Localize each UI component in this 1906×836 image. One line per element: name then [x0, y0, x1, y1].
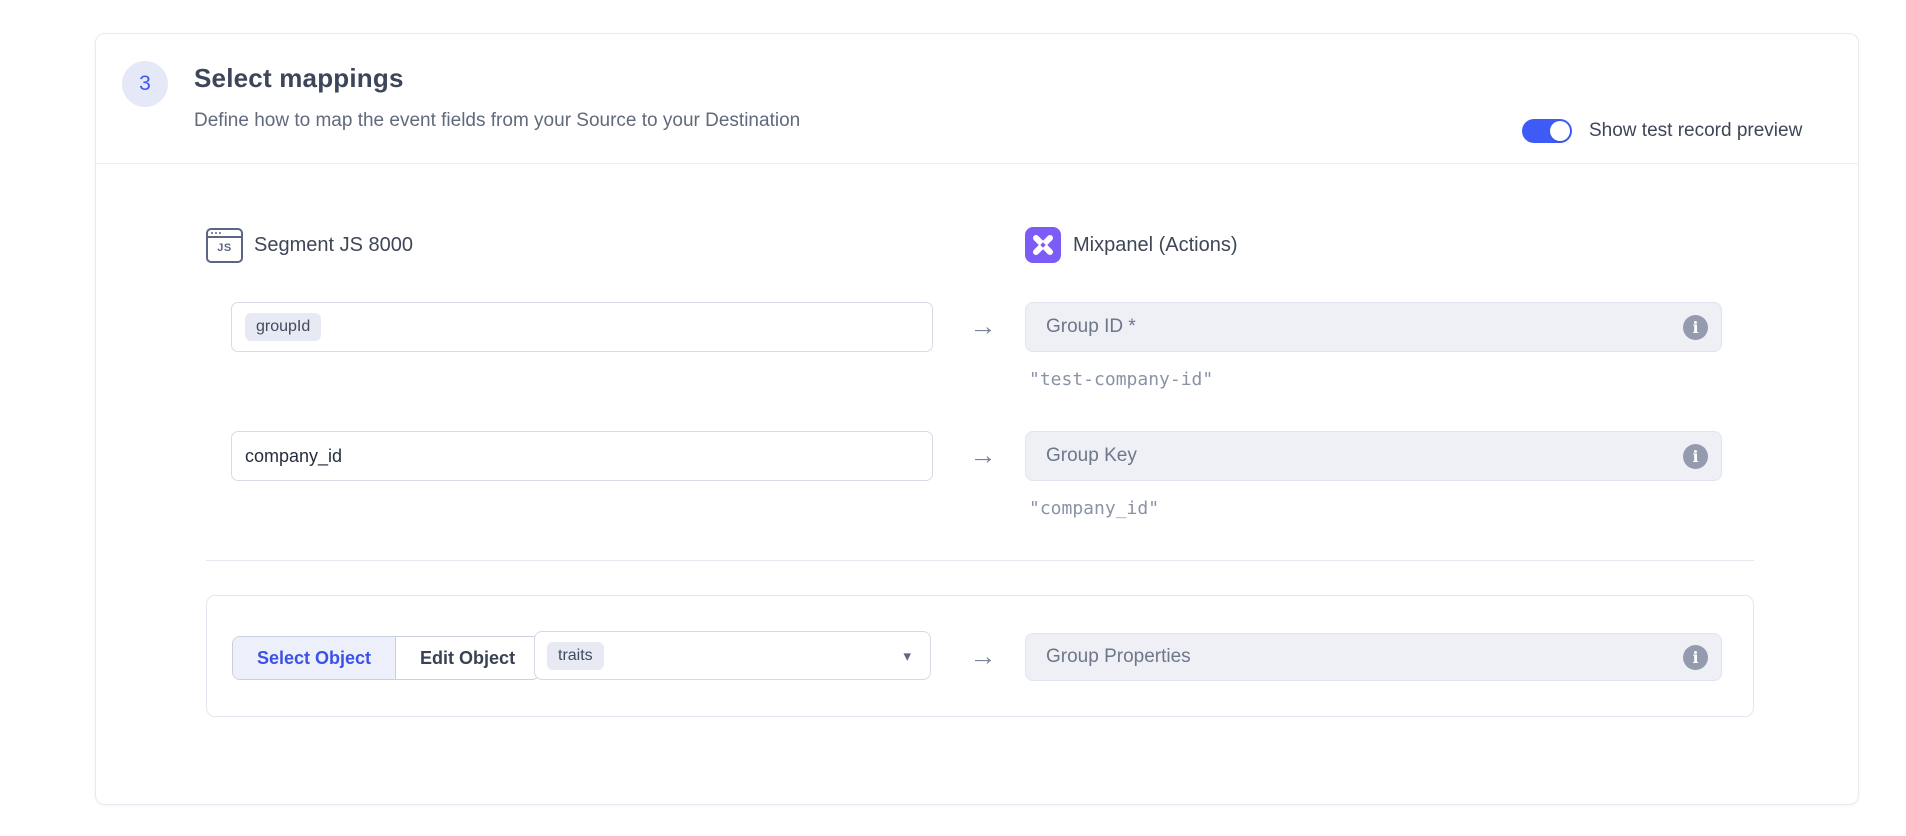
browser-titlebar: [208, 230, 241, 238]
header-divider: [96, 163, 1858, 164]
chevron-down-icon: ▾: [903, 647, 911, 665]
test-record-preview-value: "test-company-id": [1029, 369, 1213, 390]
object-source-dropdown[interactable]: traits ▾: [534, 631, 931, 680]
toggle-knob: [1550, 121, 1570, 141]
field-token: groupId: [245, 313, 321, 341]
destination-field-group-key: Group Key i: [1025, 431, 1722, 481]
step-number-badge: 3: [122, 61, 168, 107]
source-name-label: Segment JS 8000: [254, 234, 413, 257]
show-test-record-toggle[interactable]: [1522, 119, 1572, 143]
field-token: traits: [547, 642, 604, 670]
info-icon[interactable]: i: [1683, 444, 1708, 469]
edit-object-button[interactable]: Edit Object: [395, 637, 539, 679]
test-record-preview-value: "company_id": [1029, 498, 1159, 519]
arrow-right-icon: →: [961, 632, 1005, 682]
source-field-input-company-id[interactable]: company_id: [231, 431, 933, 481]
js-icon-text: JS: [208, 242, 241, 254]
destination-field-label: Group Key: [1046, 445, 1683, 467]
page-subtitle: Define how to map the event fields from …: [194, 110, 800, 132]
arrow-right-icon: →: [961, 302, 1005, 352]
page-title: Select mappings: [194, 63, 404, 94]
mixpanel-icon: [1025, 227, 1061, 263]
section-divider: [206, 560, 1754, 561]
object-button-group: Select Object Edit Object: [232, 636, 540, 680]
info-icon[interactable]: i: [1683, 645, 1708, 670]
destination-field-group-properties: Group Properties i: [1025, 633, 1722, 681]
destination-field-group-id: Group ID * i: [1025, 302, 1722, 352]
destination-name-label: Mixpanel (Actions): [1073, 234, 1238, 257]
select-object-button[interactable]: Select Object: [233, 637, 395, 679]
browser-js-icon: JS: [206, 228, 243, 263]
select-mappings-card: 3 Select mappings Define how to map the …: [95, 33, 1859, 805]
destination-field-label: Group Properties: [1046, 646, 1683, 668]
source-field-input-groupid[interactable]: groupId: [231, 302, 933, 352]
arrow-right-icon: →: [961, 431, 1005, 481]
toggle-label: Show test record preview: [1589, 117, 1802, 145]
destination-field-label: Group ID *: [1046, 316, 1683, 338]
info-icon[interactable]: i: [1683, 315, 1708, 340]
field-text-value: company_id: [245, 446, 342, 467]
